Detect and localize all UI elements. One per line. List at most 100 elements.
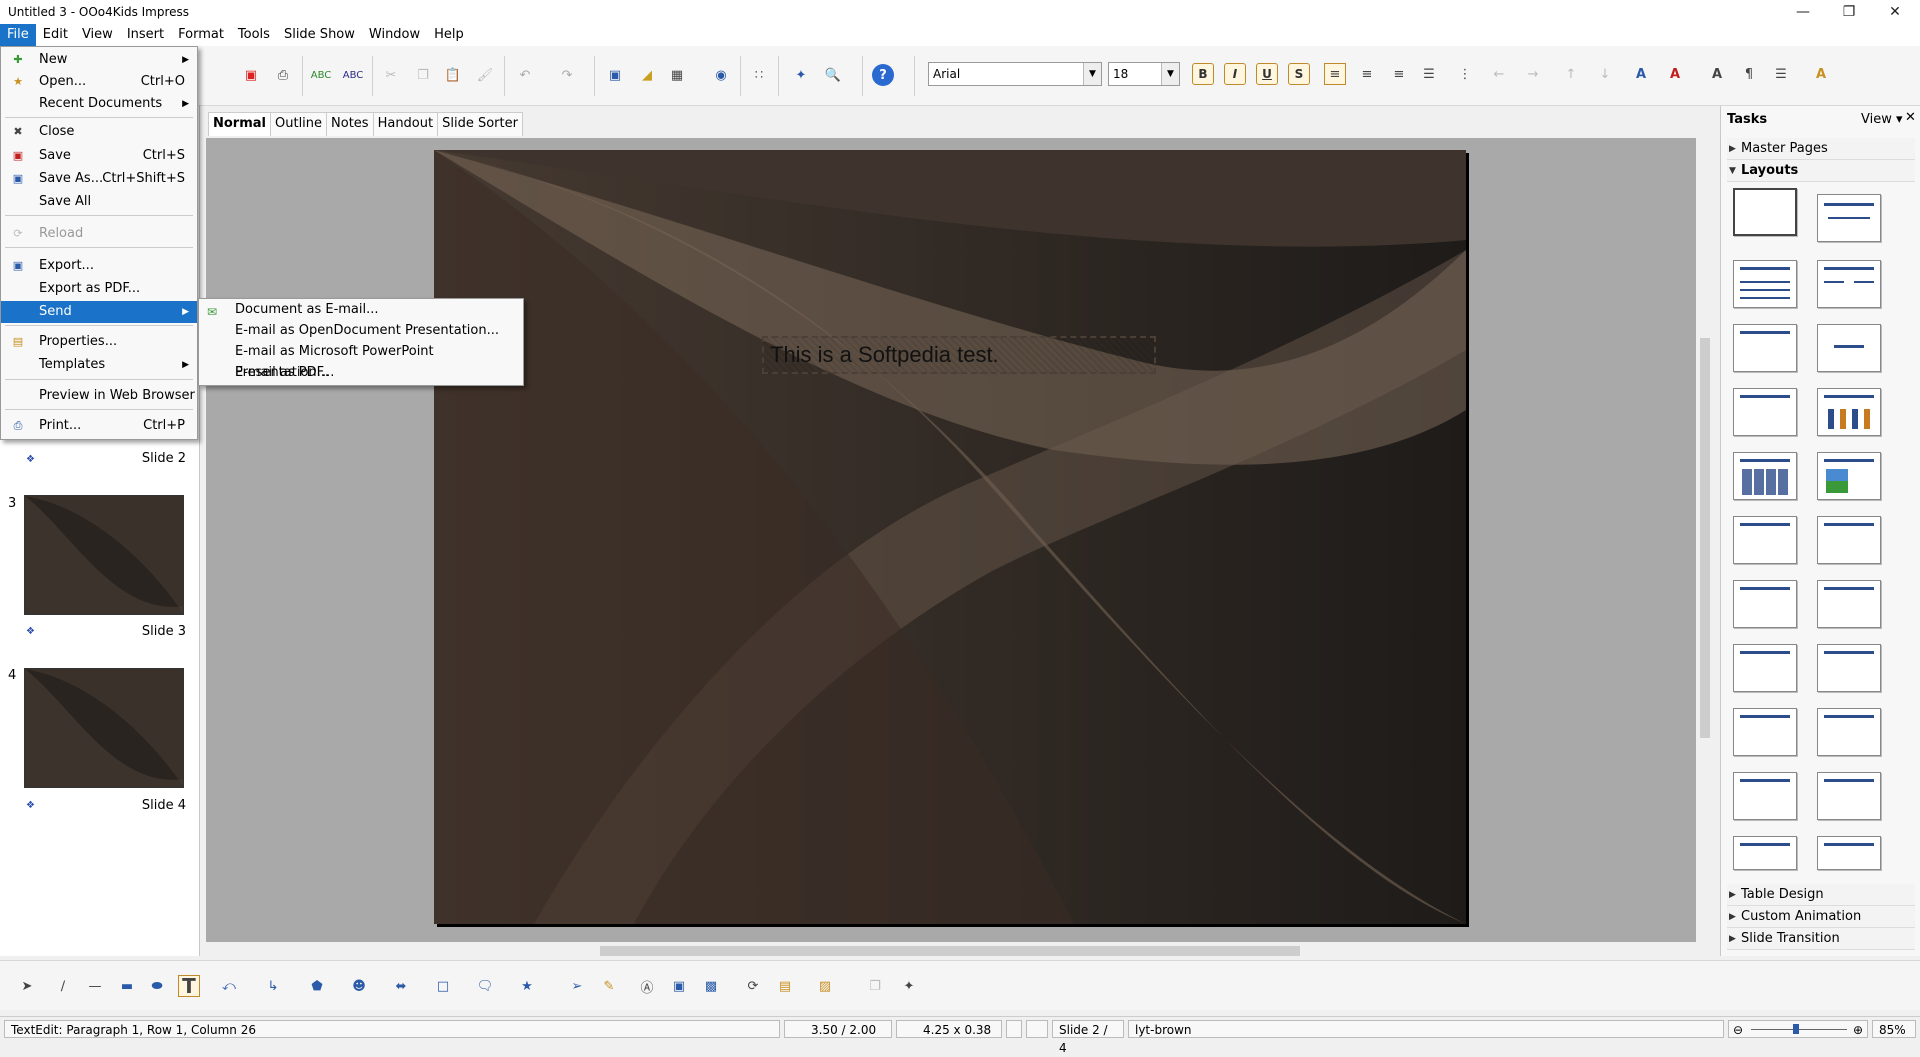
undo-icon[interactable]: ↶ [514,64,536,86]
layout-text-object[interactable] [1817,580,1881,628]
stars-icon[interactable]: ★ [516,975,538,997]
menu-window[interactable]: Window [362,24,427,46]
line-icon[interactable]: ∕ [52,975,74,997]
close-window-icon[interactable]: ✕ [1872,0,1918,24]
flowchart-icon[interactable]: □ [432,975,454,997]
section-slide-transition[interactable]: ▶ Slide Transition [1727,928,1915,950]
menu-item-properties[interactable]: ▤ Properties... [1,331,197,353]
layout-text-two-objects[interactable] [1733,644,1797,692]
fontwork-icon[interactable]: Ⓐ [636,975,658,997]
layout-title-image[interactable] [1817,452,1881,500]
chart-icon[interactable]: ◢ [636,64,658,86]
help-icon[interactable]: ? [872,64,894,86]
tasks-view-menu[interactable]: View ▾ [1861,112,1903,127]
menu-insert[interactable]: Insert [120,24,171,46]
menu-item-email-odp[interactable]: E-mail as OpenDocument Presentation... [199,320,523,341]
menu-item-close[interactable]: ✖ Close [1,121,197,143]
points-icon[interactable]: ➢ [566,975,588,997]
layout-title-vertical[interactable] [1817,772,1881,820]
demote-icon[interactable]: ← [1488,63,1510,85]
layout-blank[interactable] [1733,188,1797,236]
menu-format[interactable]: Format [171,24,231,46]
block-arrows-icon[interactable]: ⬌ [390,975,412,997]
tab-slide-sorter[interactable]: Slide Sorter [437,112,523,136]
vertical-scrollbar[interactable] [1696,138,1714,942]
basic-shapes-icon[interactable]: ⬟ [306,975,328,997]
chevron-down-icon[interactable]: ▼ [1083,63,1101,85]
gallery-icon[interactable]: ▩ [700,975,722,997]
section-master-pages[interactable]: ▶ Master Pages [1727,138,1915,160]
image-icon[interactable]: ▣ [604,64,626,86]
interaction-icon[interactable]: ✦ [898,975,920,997]
underline-button[interactable]: U [1256,63,1278,85]
increase-font-icon[interactable]: A [1630,63,1652,85]
layout-title-box[interactable] [1733,388,1797,436]
symbol-shapes-icon[interactable]: ☻ [348,975,370,997]
align-left-icon[interactable]: ≡ [1324,63,1346,85]
menu-item-save[interactable]: ▣ Save Ctrl+S [1,145,197,167]
menu-item-preview-web[interactable]: Preview in Web Browser [1,385,197,407]
layout-title-only[interactable] [1733,324,1797,372]
move-up-icon[interactable]: ↑ [1560,63,1582,85]
navigator-icon[interactable]: ✦ [790,64,812,86]
table-icon[interactable]: ▦ [666,64,688,86]
menu-slide-show[interactable]: Slide Show [277,24,362,46]
maximize-icon[interactable]: ❐ [1826,0,1872,24]
tab-normal[interactable]: Normal [208,112,271,136]
zoom-in-icon[interactable]: ⊕ [1853,1021,1863,1039]
zoom-slider[interactable]: ⊖ ⊕ [1728,1020,1868,1038]
slide-text-box[interactable]: This is a Softpedia test. [762,336,1156,374]
menu-item-export[interactable]: ▣ Export... [1,255,197,277]
layout-six-objects[interactable] [1733,836,1797,870]
connector-icon[interactable]: ↳ [262,975,284,997]
layout-two-content[interactable] [1817,260,1881,308]
font-color-icon[interactable]: A [1706,63,1728,85]
font-size-combo[interactable]: 18 ▼ [1108,62,1180,86]
tab-outline[interactable]: Outline [270,112,328,136]
clone-format-icon[interactable]: 🖌 [474,64,496,86]
shadow-button[interactable]: S [1288,63,1310,85]
layout-chart-text[interactable] [1733,580,1797,628]
layout-objects-text[interactable] [1817,644,1881,692]
paragraph-icon[interactable]: ¶ [1738,63,1760,85]
horizontal-scrollbar[interactable] [206,942,1696,960]
menu-item-export-pdf[interactable]: Export as PDF... [1,278,197,300]
chevron-down-icon[interactable]: ▼ [1161,63,1179,85]
italic-button[interactable]: I [1224,63,1246,85]
menu-help[interactable]: Help [427,24,471,46]
layout-text-image[interactable] [1817,516,1881,564]
from-file-icon[interactable]: ▣ [668,975,690,997]
export-pdf-icon[interactable]: ▣ [240,64,262,86]
align-right-icon[interactable]: ≡ [1388,63,1410,85]
tab-notes[interactable]: Notes [326,112,374,136]
print-icon[interactable]: ⎙ [272,64,294,86]
layout-text-chart[interactable] [1733,516,1797,564]
decrease-font-icon[interactable]: A [1664,63,1686,85]
extrusion-icon[interactable]: ❐ [864,975,886,997]
layout-title-chart[interactable] [1817,388,1881,436]
grid-icon[interactable]: ∷ [748,64,770,86]
section-layouts[interactable]: ▼ Layouts [1727,160,1915,182]
section-custom-animation[interactable]: ▶ Custom Animation [1727,906,1915,928]
autospell-icon[interactable]: ABC [342,64,364,86]
highlight-icon[interactable]: A [1810,63,1832,85]
insert-object-icon[interactable]: ◉ [710,64,732,86]
scroll-thumb[interactable] [600,946,1300,956]
arrange-icon[interactable]: ▨ [814,975,836,997]
line-arrow-icon[interactable]: — [84,975,106,997]
callouts-icon[interactable]: 🗨 [474,975,496,997]
menu-view[interactable]: View [75,24,120,46]
layout-title-table[interactable] [1733,452,1797,500]
scroll-thumb[interactable] [1700,338,1710,738]
zoom-icon[interactable]: 🔍 [822,64,844,86]
paste-icon[interactable]: 📋 [442,64,464,86]
slide-canvas[interactable] [434,150,1466,924]
spellcheck-icon[interactable]: ABC [310,64,332,86]
tab-handout[interactable]: Handout [372,112,439,136]
promote-icon[interactable]: → [1522,63,1544,85]
layout-title-content[interactable] [1733,260,1797,308]
menu-item-open[interactable]: ★ Open... Ctrl+O [1,71,197,93]
menu-item-save-as[interactable]: ▣ Save As... Ctrl+Shift+S [1,168,197,190]
menu-item-document-as-email[interactable]: ✉ Document as E-mail... [199,299,523,320]
close-icon[interactable]: ✕ [1905,110,1916,125]
